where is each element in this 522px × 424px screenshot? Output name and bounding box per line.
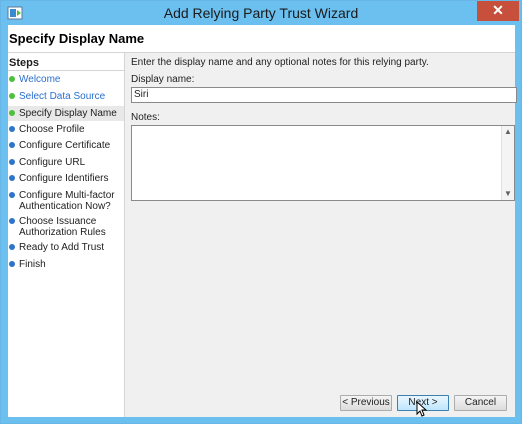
step-complete-icon	[9, 110, 15, 116]
step-specify-display-name[interactable]: Specify Display Name	[8, 106, 124, 121]
next-button[interactable]: Next >	[397, 395, 449, 417]
step-pending-icon	[9, 126, 15, 132]
wizard-client-area: Specify Display Name Steps Welcome Selec…	[8, 25, 517, 417]
instructions-text: Enter the display name and any optional …	[131, 57, 429, 68]
button-bar: < Previous Next > Cancel	[127, 389, 515, 417]
notes-label: Notes:	[131, 112, 160, 123]
steps-panel: Steps Welcome Select Data Source Specify…	[8, 53, 125, 417]
step-choose-profile: Choose Profile	[8, 124, 124, 137]
step-pending-icon	[9, 175, 15, 181]
window-title: Add Relying Party Trust Wizard	[163, 5, 359, 21]
step-label[interactable]: Welcome	[19, 74, 61, 85]
step-pending-icon	[9, 192, 15, 198]
steps-heading: Steps	[9, 57, 39, 69]
close-button[interactable]: ✕	[477, 1, 519, 21]
page-title: Specify Display Name	[9, 31, 145, 46]
scroll-down-arrow-icon[interactable]: ▼	[502, 188, 514, 200]
step-pending-icon	[9, 261, 15, 267]
step-choose-issuance-rules: Choose Issuance Authorization Rules	[8, 216, 124, 240]
steps-divider	[8, 70, 124, 71]
step-welcome[interactable]: Welcome	[8, 74, 124, 87]
step-ready-to-add-trust: Ready to Add Trust	[8, 242, 124, 255]
cancel-button[interactable]: Cancel	[454, 395, 507, 411]
step-label: Ready to Add Trust	[19, 242, 105, 253]
display-name-label: Display name:	[131, 74, 195, 85]
display-name-field[interactable]: Siri	[131, 87, 517, 103]
notes-scrollbar[interactable]: ▲ ▼	[501, 126, 514, 200]
wizard-window: Add Relying Party Trust Wizard ✕ Specify…	[0, 0, 522, 424]
step-pending-icon	[9, 218, 15, 224]
step-label: Finish	[19, 259, 46, 270]
step-finish: Finish	[8, 259, 124, 272]
step-configure-mfa: Configure Multi-factor Authentication No…	[8, 190, 124, 214]
previous-button[interactable]: < Previous	[340, 395, 392, 411]
step-label: Specify Display Name	[19, 108, 117, 119]
step-label: Configure Certificate	[19, 140, 111, 151]
step-configure-identifiers: Configure Identifiers	[8, 173, 124, 186]
form-panel: Enter the display name and any optional …	[127, 53, 517, 389]
step-configure-certificate: Configure Certificate	[8, 140, 124, 153]
step-complete-icon	[9, 93, 15, 99]
step-select-data-source[interactable]: Select Data Source	[8, 91, 124, 104]
step-pending-icon	[9, 244, 15, 250]
step-label: Configure Multi-factor Authentication No…	[19, 190, 115, 212]
step-complete-icon	[9, 76, 15, 82]
step-label: Configure URL	[19, 157, 86, 168]
mouse-pointer-icon	[416, 401, 428, 417]
step-label: Choose Profile	[19, 124, 85, 135]
notes-textarea[interactable]: ▲ ▼	[131, 125, 515, 201]
step-label: Configure Identifiers	[19, 173, 109, 184]
page-header: Specify Display Name	[8, 25, 515, 53]
scroll-up-arrow-icon[interactable]: ▲	[502, 126, 514, 138]
step-configure-url: Configure URL	[8, 157, 124, 170]
title-bar[interactable]: Add Relying Party Trust Wizard ✕	[1, 1, 521, 25]
step-label[interactable]: Select Data Source	[19, 91, 105, 102]
step-label: Choose Issuance Authorization Rules	[19, 216, 106, 238]
step-pending-icon	[9, 142, 15, 148]
step-pending-icon	[9, 159, 15, 165]
